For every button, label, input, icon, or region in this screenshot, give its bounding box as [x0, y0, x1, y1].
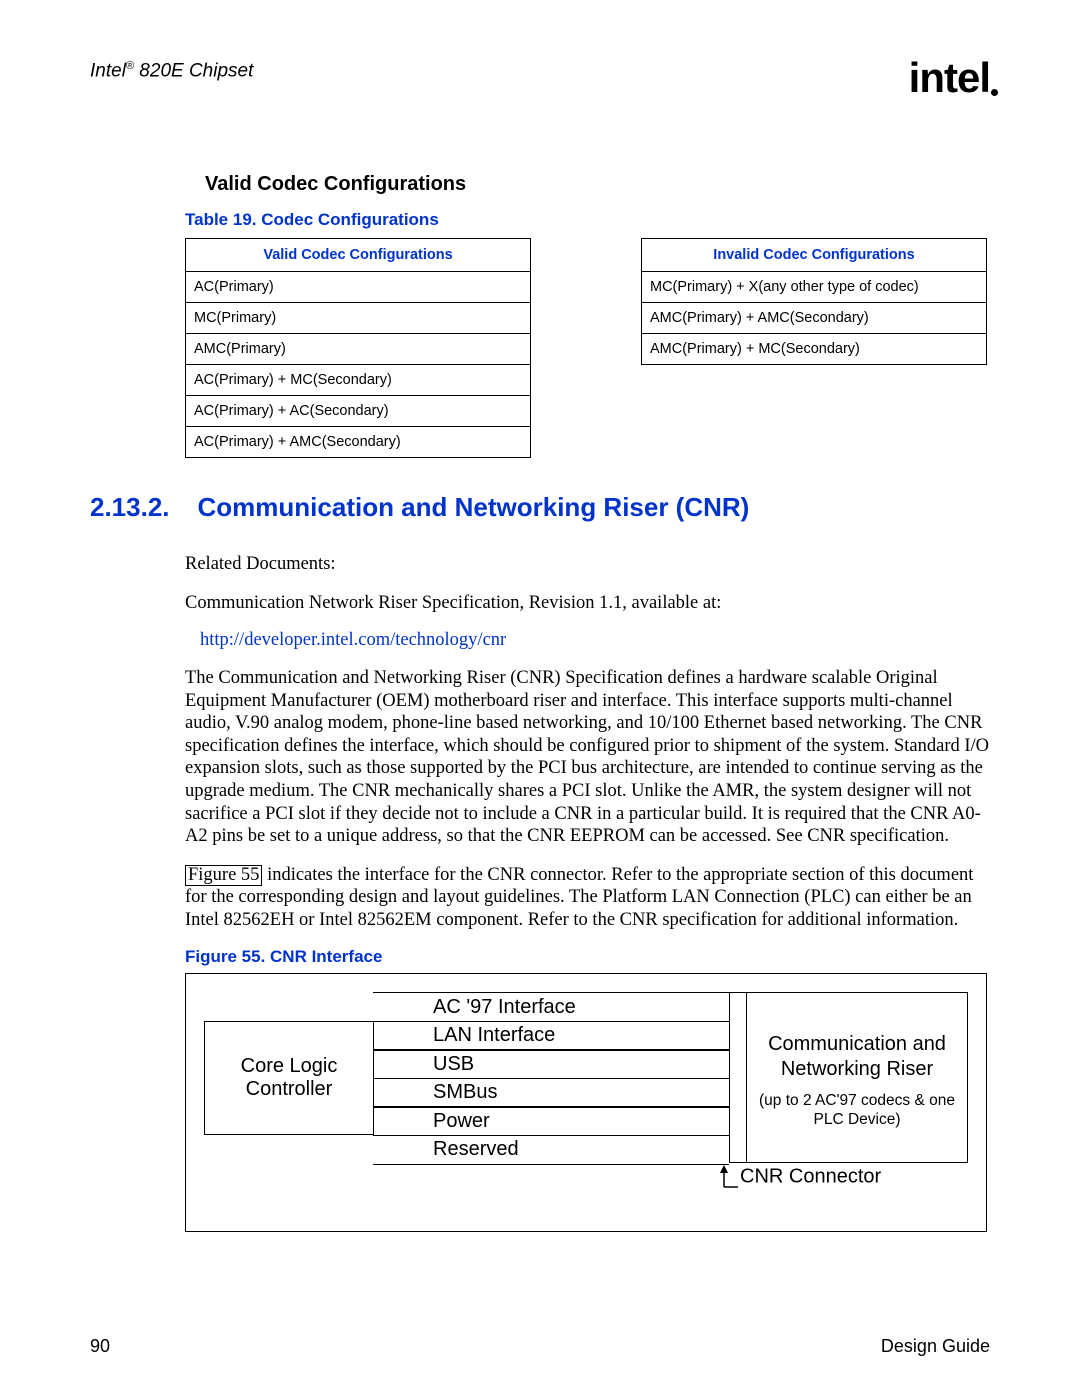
table-row: AC(Primary) + AMC(Secondary) — [186, 427, 531, 458]
invalid-codec-table: Invalid Codec Configurations MC(Primary)… — [641, 238, 987, 365]
spec-line: Communication Network Riser Specificatio… — [185, 592, 990, 615]
valid-codec-header: Valid Codec Configurations — [186, 239, 531, 272]
subsection-heading: Valid Codec Configurations — [205, 173, 990, 196]
chipset-title: Intel® 820E Chipset — [90, 60, 253, 82]
bus-row: Reserved — [373, 1135, 729, 1165]
page-header: Intel® 820E Chipset intel — [90, 60, 990, 108]
cnr-riser-subtitle: (up to 2 AC'97 codecs & one PLC Device) — [757, 1092, 957, 1129]
cnr-connector-pointer: CNR Connector — [718, 1165, 881, 1189]
section-title: Communication and Networking Riser (CNR) — [198, 492, 750, 523]
cnr-riser-box: Communication and Networking Riser (up t… — [746, 992, 968, 1163]
bus-row: LAN Interface — [373, 1021, 729, 1051]
intel-logo-dot-icon — [991, 89, 998, 96]
figure-reference-paragraph: Figure 55 indicates the interface for th… — [185, 864, 990, 932]
para2-rest: indicates the interface for the CNR conn… — [185, 865, 973, 930]
cnr-url-link[interactable]: http://developer.intel.com/technology/cn… — [200, 630, 990, 651]
section-number: 2.13.2. — [90, 492, 170, 523]
registered-mark: ® — [126, 60, 134, 72]
table-row: MC(Primary) + X(any other type of codec) — [642, 272, 987, 303]
cnr-connector-label: CNR Connector — [740, 1166, 881, 1188]
bus-row: USB — [373, 1049, 729, 1079]
cnr-diagram: Core Logic Controller AC '97 Interface L… — [204, 992, 968, 1163]
table-row: AC(Primary) + AC(Secondary) — [186, 396, 531, 427]
page-footer: 90 Design Guide — [90, 1336, 990, 1357]
doc-type-label: Design Guide — [881, 1336, 990, 1357]
table-row: AMC(Primary) + MC(Secondary) — [642, 334, 987, 365]
table-row: MC(Primary) — [186, 303, 531, 334]
chipset-suffix: 820E Chipset — [134, 60, 253, 81]
cnr-riser-title: Communication and Networking Riser — [757, 1032, 957, 1082]
figure-cross-reference[interactable]: Figure 55 — [185, 865, 262, 886]
intel-logo-text: intel — [909, 54, 990, 101]
related-documents-label: Related Documents: — [185, 553, 990, 576]
bus-row: SMBus — [373, 1078, 729, 1108]
valid-codec-table: Valid Codec Configurations AC(Primary) M… — [185, 238, 531, 458]
chipset-prefix: Intel — [90, 60, 126, 81]
table-row: AC(Primary) — [186, 272, 531, 303]
arrow-up-icon — [718, 1165, 740, 1189]
cnr-connector-label-row: CNR Connector — [204, 1167, 968, 1207]
interface-bus-rows: AC '97 Interface LAN Interface USB SMBus… — [373, 992, 729, 1163]
page-number: 90 — [90, 1336, 110, 1357]
invalid-codec-header: Invalid Codec Configurations — [642, 239, 987, 272]
table-row: AMC(Primary) + AMC(Secondary) — [642, 303, 987, 334]
bus-row: AC '97 Interface — [373, 992, 729, 1022]
table-row: AC(Primary) + MC(Secondary) — [186, 365, 531, 396]
intel-logo: intel — [909, 54, 990, 102]
figure-caption: Figure 55. CNR Interface — [185, 947, 990, 967]
codec-tables: Valid Codec Configurations AC(Primary) M… — [185, 238, 990, 458]
section-heading: 2.13.2. Communication and Networking Ris… — [90, 492, 990, 523]
table-caption: Table 19. Codec Configurations — [185, 210, 990, 230]
cnr-description-paragraph: The Communication and Networking Riser (… — [185, 667, 990, 848]
cnr-connector-block — [729, 992, 747, 1163]
table-row: AMC(Primary) — [186, 334, 531, 365]
cnr-interface-figure: Core Logic Controller AC '97 Interface L… — [185, 973, 987, 1232]
bus-row: Power — [373, 1106, 729, 1136]
core-logic-controller-box: Core Logic Controller — [204, 1021, 374, 1135]
